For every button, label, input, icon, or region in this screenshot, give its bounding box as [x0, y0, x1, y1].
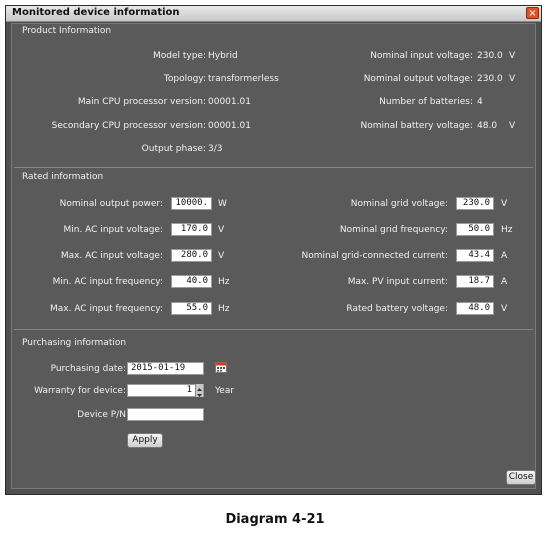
purchasing-date-label: Purchasing date: [50, 364, 126, 374]
nominal-input-voltage-unit: V [509, 51, 516, 61]
device-info-window: Monitored device information × Product I… [5, 5, 542, 495]
rated-left-label: Nominal output power: [59, 199, 163, 209]
output-phase-value: 3/3 [208, 144, 223, 154]
max-ac-input-frequency-field[interactable]: 55.0 [171, 302, 212, 315]
min-ac-input-voltage-field[interactable]: 170.0 [171, 223, 212, 236]
output-phase-label: Output phase: [141, 144, 206, 154]
rated-right-label: Rated battery voltage: [346, 304, 448, 314]
number-of-batteries-value: 4 [477, 97, 483, 107]
section-header-purchasing: Purchasing information [22, 338, 127, 348]
warranty-spinner[interactable] [195, 384, 203, 397]
rated-battery-voltage-field[interactable]: 48.0 [456, 302, 494, 315]
min-ac-input-frequency-field[interactable]: 40.0 [171, 275, 212, 288]
warranty-label: Warranty for device: [34, 386, 126, 396]
section-divider [14, 329, 533, 330]
nominal-output-voltage-unit: V [509, 74, 516, 84]
rated-right-unit: V [501, 199, 508, 209]
rated-left-unit: V [218, 251, 225, 261]
title-bar: Monitored device information × [6, 6, 541, 22]
nominal-input-voltage-value: 230.0 [477, 51, 503, 61]
max-pv-input-current-field[interactable]: 18.7 [456, 275, 494, 288]
main-cpu-value: 00001.01 [208, 97, 251, 107]
nominal-output-voltage-value: 230.0 [477, 74, 503, 84]
rated-right-unit: Hz [501, 225, 513, 235]
diagram-caption: Diagram 4-21 [225, 512, 325, 527]
section-header-product: Product Information [22, 26, 112, 36]
device-pn-label: Device P/N [77, 410, 126, 420]
nominal-battery-voltage-value: 48.0 [477, 121, 498, 131]
window-title: Monitored device information [12, 7, 180, 18]
secondary-cpu-label: Secondary CPU processor version: [51, 121, 206, 131]
rated-left-unit: W [218, 199, 227, 209]
nominal-grid-frequency-field[interactable]: 50.0 [456, 223, 494, 236]
nominal-battery-voltage-unit: V [509, 121, 516, 131]
nominal-output-voltage-label: Nominal output voltage: [363, 74, 473, 84]
nominal-battery-voltage-label: Nominal battery voltage: [360, 121, 473, 131]
content-panel: Product Information Model type: Hybrid T… [11, 23, 536, 489]
rated-left-label: Min. AC input frequency: [52, 277, 163, 287]
rated-left-label: Max. AC input voltage: [60, 251, 163, 261]
window-close-icon[interactable]: × [526, 7, 539, 19]
rated-right-unit: A [501, 277, 508, 287]
rated-left-unit: Hz [218, 304, 230, 314]
rated-right-label: Nominal grid voltage: [350, 199, 448, 209]
model-type-label: Model type: [152, 51, 206, 61]
rated-right-unit: A [501, 251, 508, 261]
apply-button[interactable]: Apply [127, 433, 163, 448]
spinner-arrows-icon [197, 388, 202, 397]
close-button[interactable]: Close [506, 470, 536, 485]
number-of-batteries-label: Number of batteries: [379, 97, 473, 107]
rated-left-label: Min. AC input voltage: [63, 225, 163, 235]
section-divider [14, 167, 533, 168]
rated-right-label: Max. PV input current: [347, 277, 448, 287]
nominal-grid-voltage-field[interactable]: 230.0 [456, 197, 494, 210]
purchasing-date-field[interactable]: 2015-01-19 [127, 362, 204, 375]
device-pn-field[interactable] [127, 408, 204, 421]
rated-left-label: Max. AC input frequency: [49, 304, 163, 314]
rated-left-unit: V [218, 225, 225, 235]
nominal-grid-connected-current-field[interactable]: 43.4 [456, 249, 494, 262]
nominal-output-power-field[interactable]: 10000.( [171, 197, 212, 210]
warranty-unit: Year [215, 386, 235, 396]
rated-right-label: Nominal grid-connected current: [301, 251, 448, 261]
secondary-cpu-value: 00001.01 [208, 121, 251, 131]
rated-right-label: Nominal grid frequency: [339, 225, 448, 235]
rated-left-unit: Hz [218, 277, 230, 287]
model-type-value: Hybrid [208, 51, 238, 61]
nominal-input-voltage-label: Nominal input voltage: [370, 51, 473, 61]
section-header-rated: Rated information [22, 172, 104, 182]
warranty-field[interactable]: 1 [127, 384, 204, 397]
max-ac-input-voltage-field[interactable]: 280.0 [171, 249, 212, 262]
topology-label: Topology: [163, 74, 206, 84]
main-cpu-label: Main CPU processor version: [77, 97, 206, 107]
topology-value: transformerless [208, 74, 279, 84]
calendar-icon[interactable] [215, 361, 227, 373]
rated-right-unit: V [501, 304, 508, 314]
